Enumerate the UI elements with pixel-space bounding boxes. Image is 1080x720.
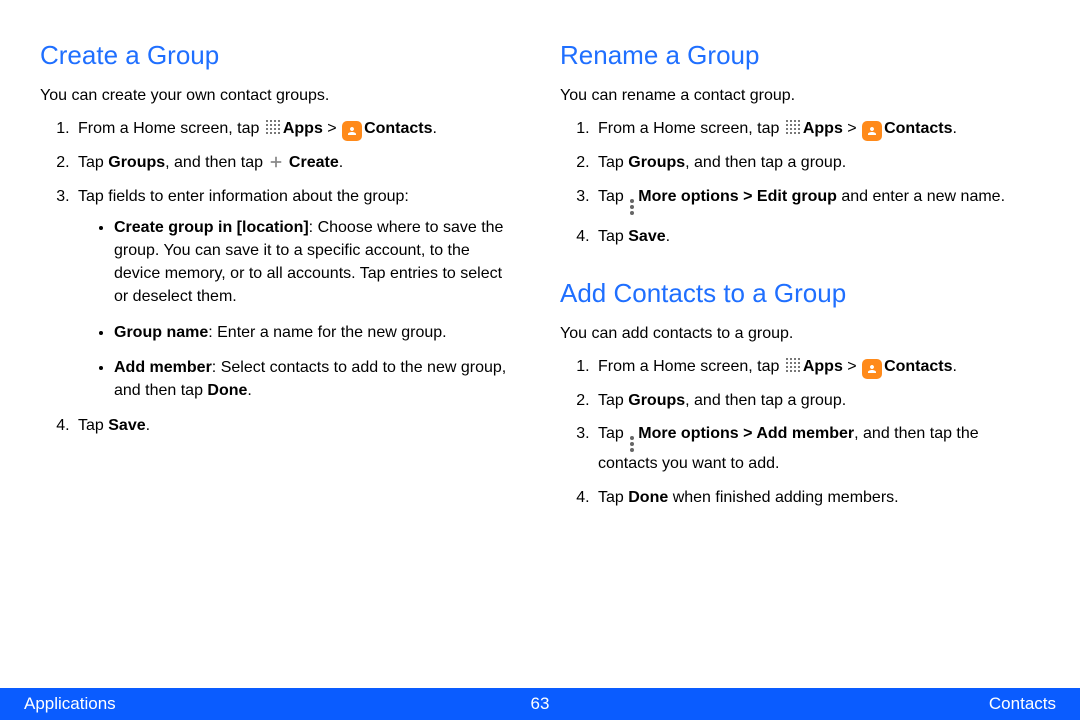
footer-topic-label: Contacts <box>989 694 1056 714</box>
steps-create-group: From a Home screen, tap Apps > Contacts.… <box>40 117 520 437</box>
text: . <box>433 120 437 137</box>
text: Tap <box>598 392 628 409</box>
text: . <box>146 417 150 434</box>
step: Tap Groups, and then tap a group. <box>594 151 1040 174</box>
page-footer: Applications 63 Contacts <box>0 688 1080 720</box>
text-bold: Groups <box>108 154 165 171</box>
text: , and then tap a group. <box>685 154 846 171</box>
text-bold: Add member <box>114 359 212 376</box>
right-column: Rename a Group You can rename a contact … <box>560 40 1040 539</box>
text: Tap <box>598 489 628 506</box>
steps-add-contacts: From a Home screen, tap Apps > Contacts.… <box>560 355 1040 509</box>
text-bold: Done <box>628 489 668 506</box>
apps-grid-icon <box>785 119 801 135</box>
contacts-label: Contacts <box>884 120 952 137</box>
bullet: Group name: Enter a name for the new gro… <box>114 321 520 344</box>
step: Tap Done when finished adding members. <box>594 486 1040 509</box>
step: From a Home screen, tap Apps > Contacts. <box>594 117 1040 141</box>
section-create-group: Create a Group You can create your own c… <box>40 40 520 437</box>
apps-grid-icon <box>265 119 281 135</box>
steps-rename-group: From a Home screen, tap Apps > Contacts.… <box>560 117 1040 247</box>
footer-section-label: Applications <box>24 694 116 714</box>
text: . <box>953 358 957 375</box>
intro-create-group: You can create your own contact groups. <box>40 85 520 107</box>
text: . <box>247 382 251 399</box>
section-add-contacts: Add Contacts to a Group You can add cont… <box>560 278 1040 509</box>
separator: > <box>323 120 341 137</box>
left-column: Create a Group You can create your own c… <box>40 40 520 539</box>
step: From a Home screen, tap Apps > Contacts. <box>594 355 1040 379</box>
text: From a Home screen, tap <box>598 120 784 137</box>
step: Tap fields to enter information about th… <box>74 185 520 403</box>
text: Tap <box>78 154 108 171</box>
text-bold: Groups <box>628 154 685 171</box>
text-bold: Done <box>207 382 247 399</box>
step: From a Home screen, tap Apps > Contacts. <box>74 117 520 141</box>
text-bold: More options > Add member <box>638 425 854 442</box>
apps-label: Apps <box>283 120 323 137</box>
heading-create-group: Create a Group <box>40 40 520 71</box>
text: , and then tap <box>165 154 267 171</box>
plus-icon <box>268 154 284 170</box>
text-bold: Save <box>628 228 665 245</box>
text: From a Home screen, tap <box>78 120 264 137</box>
step: Tap Groups, and then tap a group. <box>594 389 1040 412</box>
contacts-icon <box>862 359 882 379</box>
step: Tap More options > Edit group and enter … <box>594 185 1040 215</box>
bullets: Create group in [location]: Choose where… <box>78 216 520 402</box>
text-bold: More options > Edit group <box>638 188 837 205</box>
intro-rename-group: You can rename a contact group. <box>560 85 1040 107</box>
more-options-icon <box>629 199 635 215</box>
text: Tap <box>78 417 108 434</box>
text: Tap <box>598 154 628 171</box>
contacts-icon <box>862 121 882 141</box>
text-bold: Group name <box>114 324 208 341</box>
bullet: Create group in [location]: Choose where… <box>114 216 520 309</box>
apps-label: Apps <box>803 358 843 375</box>
page-number: 63 <box>531 694 550 714</box>
heading-add-contacts: Add Contacts to a Group <box>560 278 1040 309</box>
text: when finished adding members. <box>668 489 898 506</box>
document-body: Create a Group You can create your own c… <box>0 0 1080 539</box>
text: Tap fields to enter information about th… <box>78 188 409 205</box>
contacts-label: Contacts <box>884 358 952 375</box>
bullet: Add member: Select contacts to add to th… <box>114 356 520 402</box>
section-rename-group: Rename a Group You can rename a contact … <box>560 40 1040 248</box>
intro-add-contacts: You can add contacts to a group. <box>560 323 1040 345</box>
text: , and then tap a group. <box>685 392 846 409</box>
text: Tap <box>598 425 628 442</box>
text: . <box>953 120 957 137</box>
text: and enter a new name. <box>837 188 1005 205</box>
text-bold: Groups <box>628 392 685 409</box>
text: Tap <box>598 228 628 245</box>
heading-rename-group: Rename a Group <box>560 40 1040 71</box>
separator: > <box>843 358 861 375</box>
text-bold: Create <box>289 154 339 171</box>
text-bold: Save <box>108 417 145 434</box>
text-bold: Create group in [location] <box>114 219 309 236</box>
contacts-label: Contacts <box>364 120 432 137</box>
step: Tap Groups, and then tap Create. <box>74 151 520 174</box>
more-options-icon <box>629 436 635 452</box>
contacts-icon <box>342 121 362 141</box>
text: Tap <box>598 188 628 205</box>
separator: > <box>843 120 861 137</box>
text: . <box>339 154 343 171</box>
step: Tap Save. <box>594 225 1040 248</box>
text: From a Home screen, tap <box>598 358 784 375</box>
step: Tap Save. <box>74 414 520 437</box>
text: . <box>666 228 670 245</box>
step: Tap More options > Add member, and then … <box>594 422 1040 475</box>
apps-label: Apps <box>803 120 843 137</box>
text: : Enter a name for the new group. <box>208 324 446 341</box>
apps-grid-icon <box>785 357 801 373</box>
